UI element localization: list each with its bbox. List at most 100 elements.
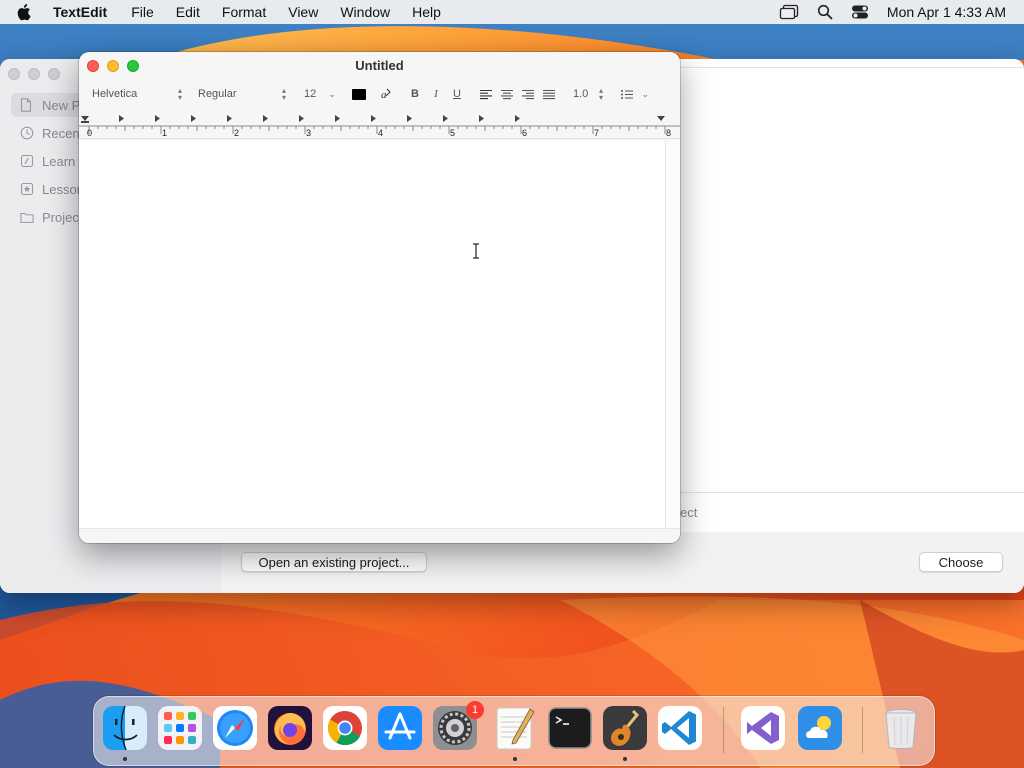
first-line-indent-marker[interactable] [81, 121, 89, 123]
dock-separator [862, 707, 863, 753]
dock-item-chrome[interactable] [322, 705, 368, 751]
horizontal-scrollbar[interactable] [79, 528, 680, 543]
tab-stop-marker[interactable] [479, 115, 484, 122]
dock-item-weather[interactable] [797, 705, 843, 751]
tab-stop-marker[interactable] [263, 115, 268, 122]
dock-item-launchpad[interactable] [157, 705, 203, 751]
choose-button[interactable]: Choose [919, 552, 1003, 572]
justify-button[interactable] [541, 86, 557, 102]
ruler-label: 8 [666, 128, 671, 138]
ruler[interactable]: 0 1 2 3 4 5 6 7 8 [79, 110, 680, 139]
running-indicator [513, 757, 517, 761]
font-style-popup[interactable]: Regular ▴ ▾ [198, 86, 286, 102]
line-spacing-value: 1.0 [573, 88, 589, 100]
align-center-button[interactable] [499, 86, 515, 102]
menu-help[interactable]: Help [412, 4, 441, 20]
popup-arrows-icon: ▴ ▾ [177, 86, 182, 102]
dock: 1 [93, 696, 935, 766]
dock-separator [723, 707, 724, 753]
dock-item-visual-studio[interactable] [740, 705, 786, 751]
ruler-label: 3 [306, 128, 311, 138]
ruler-label: 2 [234, 128, 239, 138]
justify-icon [543, 89, 555, 99]
sidebar-item-label: New P [42, 97, 81, 113]
text-cursor-icon [473, 243, 479, 259]
open-existing-project-button[interactable]: Open an existing project... [241, 552, 427, 572]
tab-stop-marker[interactable] [191, 115, 196, 122]
bold-button[interactable]: B [408, 86, 422, 102]
menu-edit[interactable]: Edit [176, 4, 200, 20]
right-margin-marker[interactable] [657, 116, 665, 121]
apple-menu-icon[interactable] [17, 3, 39, 21]
dock-item-garageband[interactable] [602, 705, 648, 751]
menu-window[interactable]: Window [340, 4, 390, 20]
align-left-button[interactable] [478, 86, 494, 102]
dock-item-app-store[interactable] [377, 705, 423, 751]
dock-item-finder[interactable] [102, 705, 148, 751]
dock-item-textedit[interactable] [492, 705, 538, 751]
font-style-value: Regular [198, 88, 237, 100]
dock-item-safari[interactable] [212, 705, 258, 751]
underline-button[interactable]: U [450, 86, 464, 102]
tab-stop-marker[interactable] [119, 115, 124, 122]
app-store-icon [378, 706, 422, 750]
stage-manager-icon[interactable] [779, 4, 799, 20]
tab-stop-marker[interactable] [335, 115, 340, 122]
format-bar: Helvetica ▴ ▾ Regular ▴ ▾ 12 ⌄ a B I U 1… [79, 82, 680, 106]
vertical-scrollbar[interactable] [665, 140, 680, 528]
italic-button[interactable]: I [429, 86, 443, 102]
tab-stop-marker[interactable] [299, 115, 304, 122]
font-size-combo[interactable]: 12 ⌄ [304, 86, 336, 102]
dock-item-firefox[interactable] [267, 705, 313, 751]
inactive-minimize-button[interactable] [28, 68, 40, 80]
textedit-document-window: Untitled Helvetica ▴ ▾ Regular ▴ ▾ 12 ⌄ a … [79, 52, 680, 543]
align-right-button[interactable] [520, 86, 536, 102]
dock-item-system-settings[interactable]: 1 [432, 701, 484, 751]
star-icon [20, 182, 34, 196]
menu-view[interactable]: View [288, 4, 318, 20]
tab-stop-marker[interactable] [515, 115, 520, 122]
menu-app-name[interactable]: TextEdit [53, 4, 107, 20]
ruler-scale: 0 1 2 3 4 5 6 7 8 [79, 115, 680, 138]
running-indicator [123, 757, 127, 761]
sidebar-item-label: Lessor [42, 181, 82, 197]
spotlight-search-icon[interactable] [817, 4, 833, 20]
terminal-icon [548, 707, 592, 749]
garageband-icon [603, 706, 647, 750]
menu-file[interactable]: File [131, 4, 154, 20]
launchpad-icon [158, 706, 202, 750]
finder-icon [103, 705, 147, 751]
left-indent-marker[interactable] [81, 116, 89, 121]
inactive-zoom-button[interactable] [48, 68, 60, 80]
line-spacing-popup[interactable]: 1.0 ▴ ▾ [573, 86, 603, 102]
menu-format[interactable]: Format [222, 4, 266, 20]
text-color-well[interactable] [352, 86, 366, 102]
ruler-label: 7 [594, 128, 599, 138]
menu-clock[interactable]: Mon Apr 1 4:33 AM [887, 4, 1006, 20]
tab-stop-marker[interactable] [407, 115, 412, 122]
font-family-popup[interactable]: Helvetica ▴ ▾ [92, 86, 182, 102]
ruler-label: 1 [162, 128, 167, 138]
menu-bar: TextEdit File Edit Format View Window He… [0, 0, 1024, 24]
title-bar[interactable]: Untitled [79, 52, 680, 80]
learn-icon [20, 154, 34, 168]
list-style-popup[interactable]: ⌄ [620, 86, 649, 102]
status-menus: Mon Apr 1 4:33 AM [761, 0, 1024, 24]
dock-item-terminal[interactable] [547, 705, 593, 751]
tab-stop-marker[interactable] [227, 115, 232, 122]
firefox-icon [268, 706, 312, 750]
control-center-icon[interactable] [851, 4, 869, 20]
tab-stop-marker[interactable] [443, 115, 448, 122]
weather-icon [798, 706, 842, 750]
document-text-area[interactable] [79, 140, 665, 528]
ruler-label: 5 [450, 128, 455, 138]
ruler-label: 6 [522, 128, 527, 138]
dock-item-vscode[interactable] [657, 705, 703, 751]
text-color-swatch [352, 88, 366, 100]
tab-stop-marker[interactable] [155, 115, 160, 122]
project-main-divider [680, 67, 1024, 68]
highlight-color-button[interactable]: a [377, 86, 393, 102]
dock-item-trash[interactable] [878, 705, 924, 751]
inactive-close-button[interactable] [8, 68, 20, 80]
tab-stop-marker[interactable] [371, 115, 376, 122]
